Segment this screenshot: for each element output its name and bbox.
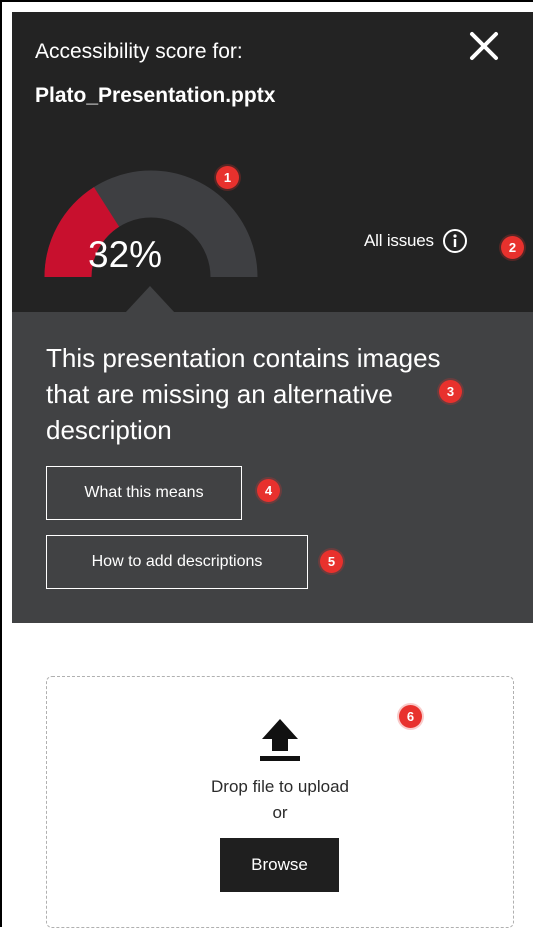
callout-badge-3: 3 <box>439 380 462 403</box>
issue-message: This presentation contains images that a… <box>46 343 441 445</box>
all-issues-link[interactable]: All issues <box>364 226 468 256</box>
callout-badge-4: 4 <box>257 479 280 502</box>
upload-icon <box>260 719 300 761</box>
callout-badge-2: 2 <box>501 236 524 259</box>
close-icon <box>470 32 498 60</box>
browse-button[interactable]: Browse <box>220 838 339 892</box>
callout-badge-1: 1 <box>216 166 239 189</box>
what-this-means-button[interactable]: What this means <box>46 466 242 520</box>
all-issues-label: All issues <box>364 231 434 250</box>
info-icon <box>442 229 467 253</box>
score-percentage: 32% <box>88 234 163 275</box>
panel-pointer <box>125 286 175 313</box>
score-heading: Accessibility score for: <box>35 40 243 63</box>
how-to-add-descriptions-button[interactable]: How to add descriptions <box>46 535 308 589</box>
or-text: or <box>272 803 288 822</box>
callout-badge-6: 6 <box>399 705 422 728</box>
close-button[interactable] <box>464 26 504 66</box>
callout-badge-5: 5 <box>320 550 343 573</box>
file-name: Plato_Presentation.pptx <box>35 84 276 107</box>
drop-file-text: Drop file to upload <box>211 777 349 796</box>
